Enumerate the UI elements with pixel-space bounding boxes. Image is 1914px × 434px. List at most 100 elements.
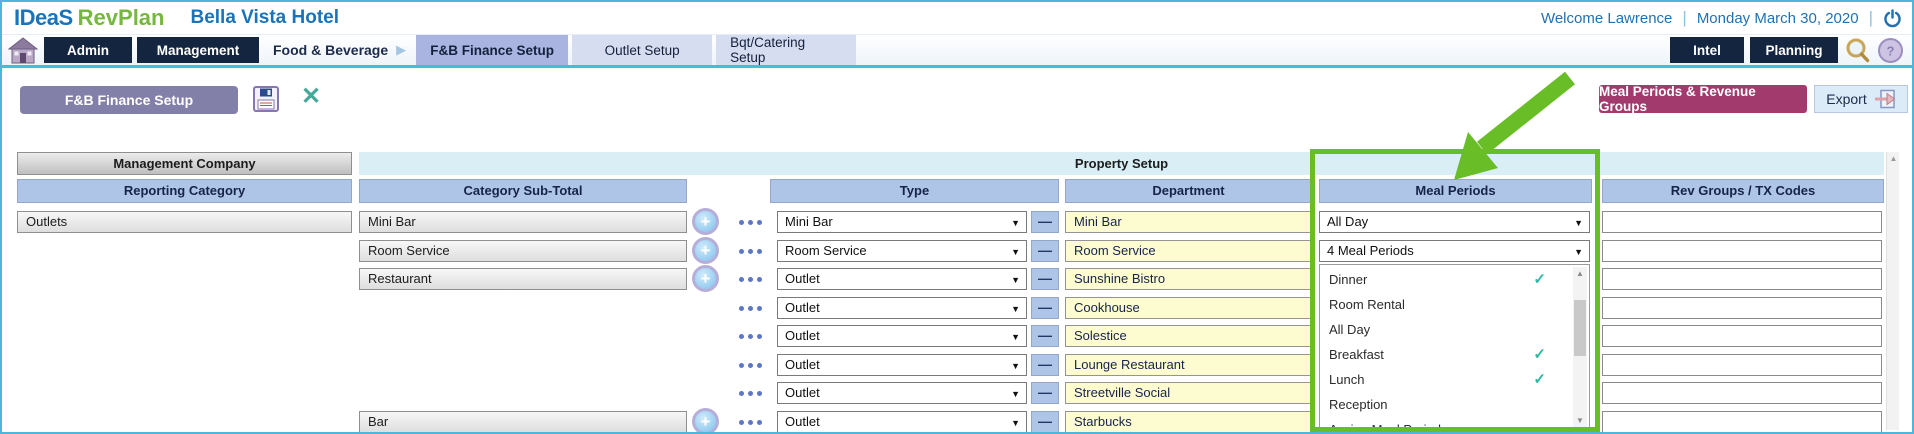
type-select[interactable]: Outlet▼ [777,411,1027,433]
breadcrumb[interactable]: Food & Beverage [273,42,388,58]
type-select[interactable]: Outlet▼ [777,354,1027,376]
export-door-arrow-icon [1874,89,1896,109]
remove-row-button[interactable]: — [1031,211,1059,233]
meal-period-option[interactable]: Lunch✓ [1320,367,1570,392]
remove-row-button[interactable]: — [1031,297,1059,319]
meal-period-option[interactable]: Breakfast✓ [1320,342,1570,367]
chevron-down-icon: ▼ [1011,299,1020,319]
chevron-down-icon: ▼ [1011,242,1020,262]
meal-period-select[interactable]: All Day▼ [1319,211,1590,233]
rev-groups-field[interactable] [1602,297,1882,319]
row-options-dots[interactable] [728,325,772,347]
add-row-button[interactable]: + [692,265,719,292]
scrollbar-thumb[interactable] [1574,300,1586,356]
add-row-button[interactable]: + [692,208,719,235]
check-icon: ✓ [1533,267,1546,292]
remove-row-button[interactable]: — [1031,382,1059,404]
separator: | [1682,8,1686,28]
table-scrollbar[interactable]: ▲ [1886,152,1899,430]
app-window: IDeaS RevPlan Bella Vista Hotel Welcome … [0,0,1914,434]
revplan-logo: RevPlan [78,5,165,31]
tab-bqt-catering-setup[interactable]: Bqt/Catering Setup [716,35,856,65]
chevron-down-icon: ▼ [1011,356,1020,376]
department-field[interactable]: Cookhouse [1065,297,1312,319]
row-options-dots[interactable] [728,268,772,290]
chevron-down-icon: ▼ [1011,270,1020,290]
remove-row-button[interactable]: — [1031,411,1059,433]
row-options-dots[interactable] [728,211,772,233]
meal-period-option[interactable]: Assign Meal Periods [1320,417,1570,429]
category-sub-total-field[interactable]: Room Service [359,240,687,262]
table-scroll-up-icon[interactable]: ▲ [1887,154,1900,163]
meal-period-option[interactable]: Reception [1320,392,1570,417]
intel-button[interactable]: Intel [1670,37,1744,63]
row-options-dots[interactable] [728,240,772,262]
chevron-down-icon: ▼ [1011,413,1020,433]
rev-groups-field[interactable] [1602,211,1882,233]
meal-period-select[interactable]: 4 Meal Periods▼ [1319,240,1590,262]
dropdown-scrollbar[interactable]: ▲ ▼ [1573,267,1587,427]
category-sub-total-field[interactable]: Restaurant [359,268,687,290]
type-select[interactable]: Outlet▼ [777,325,1027,347]
rev-groups-field[interactable] [1602,354,1882,376]
department-field[interactable]: Sunshine Bistro [1065,268,1312,290]
property-name: Bella Vista Hotel [190,7,339,29]
management-company-header: Management Company [17,152,352,175]
reporting-category-field[interactable]: Outlets [17,211,352,233]
category-sub-total-field[interactable]: Bar [359,411,687,433]
rev-groups-field[interactable] [1602,325,1882,347]
department-field[interactable]: Solestice [1065,325,1312,347]
scroll-down-icon[interactable]: ▼ [1573,414,1587,427]
row-options-dots[interactable] [728,411,772,433]
add-row-button[interactable]: + [692,237,719,264]
meal-period-option[interactable]: Dinner✓ [1320,267,1570,292]
rev-groups-field[interactable] [1602,382,1882,404]
department-field[interactable]: Starbucks [1065,411,1312,433]
page-title-button[interactable]: F&B Finance Setup [20,86,238,114]
type-select[interactable]: Outlet▼ [777,268,1027,290]
meal-period-option[interactable]: All Day [1320,317,1570,342]
remove-row-button[interactable]: — [1031,268,1059,290]
remove-row-button[interactable]: — [1031,240,1059,262]
department-field[interactable]: Mini Bar [1065,211,1312,233]
export-label: Export [1826,91,1866,107]
planning-button[interactable]: Planning [1750,37,1838,63]
meal-periods-revenue-groups-button[interactable]: Meal Periods & Revenue Groups [1599,85,1807,113]
type-select[interactable]: Outlet▼ [777,382,1027,404]
cancel-x-icon[interactable]: ✕ [298,84,324,110]
department-field[interactable]: Room Service [1065,240,1312,262]
column-header-type: Type [770,179,1059,203]
type-select[interactable]: Mini Bar▼ [777,211,1027,233]
breadcrumb-arrow-icon: ▶ [396,42,406,58]
remove-row-button[interactable]: — [1031,325,1059,347]
tab-fb-finance-setup[interactable]: F&B Finance Setup [416,35,568,65]
rev-groups-field[interactable] [1602,240,1882,262]
management-button[interactable]: Management [137,37,259,63]
logout-power-icon[interactable] [1883,9,1902,28]
check-icon: ✓ [1533,367,1546,392]
row-options-dots[interactable] [728,382,772,404]
remove-row-button[interactable]: — [1031,354,1059,376]
department-field[interactable]: Streetville Social [1065,382,1312,404]
type-select[interactable]: Room Service▼ [777,240,1027,262]
save-icon[interactable] [252,85,280,118]
add-row-button[interactable]: + [692,408,719,434]
scroll-up-icon[interactable]: ▲ [1573,267,1587,280]
tab-outlet-setup[interactable]: Outlet Setup [572,35,712,65]
row-options-dots[interactable] [728,297,772,319]
type-select[interactable]: Outlet▼ [777,297,1027,319]
row-options-dots[interactable] [728,354,772,376]
category-sub-total-field[interactable]: Mini Bar [359,211,687,233]
admin-button[interactable]: Admin [44,37,132,63]
home-icon[interactable] [8,37,38,64]
column-header-meal-periods: Meal Periods [1319,179,1592,203]
help-icon[interactable]: ? [1877,37,1904,64]
department-field[interactable]: Lounge Restaurant [1065,354,1312,376]
meal-period-option[interactable]: Room Rental [1320,292,1570,317]
export-button[interactable]: Export [1814,85,1908,113]
search-icon[interactable] [1844,37,1871,64]
rev-groups-field[interactable] [1602,411,1882,433]
current-date: Monday March 30, 2020 [1697,10,1859,27]
welcome-text[interactable]: Welcome Lawrence [1541,10,1672,27]
rev-groups-field[interactable] [1602,268,1882,290]
